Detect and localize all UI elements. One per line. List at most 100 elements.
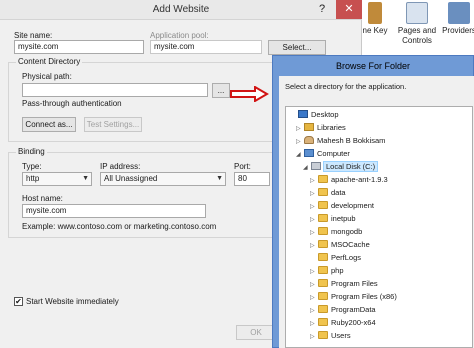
tree-node-folder[interactable]: ▷ mongodb <box>310 226 362 238</box>
iis-feature-strip: ne Key Pages and Controls Providers <box>360 0 474 55</box>
folder-icon <box>318 253 328 261</box>
tree-expander[interactable]: ◢ <box>296 149 304 161</box>
binding-label: Binding <box>16 147 47 156</box>
tree-node-folder[interactable]: ▷ inetpub <box>310 213 356 225</box>
browse-instruction: Select a directory for the application. <box>285 82 407 91</box>
tree-node-label: Program Files <box>331 279 378 288</box>
chevron-down-icon: ▼ <box>82 175 89 182</box>
ip-address-select[interactable]: All Unassigned ▼ <box>100 172 226 186</box>
tree-expander[interactable]: ▷ <box>310 240 318 252</box>
user-icon <box>304 136 314 144</box>
passthrough-auth-label: Pass-through authentication <box>22 99 122 108</box>
folder-icon <box>318 188 328 196</box>
browse-dialog-title: Browse For Folder <box>335 61 411 71</box>
browse-for-folder-dialog: Browse For Folder Select a directory for… <box>272 55 474 348</box>
tree-node-label: php <box>331 266 344 275</box>
browse-dialog-body: Select a directory for the application. … <box>279 76 474 348</box>
pages-icon <box>406 2 428 24</box>
tree-expander[interactable]: ▷ <box>310 188 318 200</box>
machine-key-label: ne Key <box>362 26 388 35</box>
help-button[interactable]: ? <box>311 1 333 18</box>
tree-expander[interactable]: ▷ <box>310 292 318 304</box>
type-value: http <box>26 174 40 183</box>
providers-label: Providers <box>442 26 474 35</box>
test-settings-button[interactable]: Test Settings... <box>84 117 142 132</box>
tree-expander[interactable]: ▷ <box>310 214 318 226</box>
site-name-input[interactable]: mysite.com <box>14 40 144 54</box>
tree-node-folder[interactable]: ▷ ProgramData <box>310 304 376 316</box>
tree-node-folder[interactable]: ▷ Ruby200-x64 <box>310 317 376 329</box>
physical-path-input[interactable] <box>22 83 208 97</box>
drive-icon <box>311 162 321 170</box>
tree-node-folder[interactable]: ▷ development <box>310 200 374 212</box>
tree-expander[interactable]: ▷ <box>296 123 304 135</box>
chevron-down-icon: ▼ <box>216 175 223 182</box>
tree-node-folder[interactable]: ▷ Users <box>310 330 351 342</box>
tree-expander[interactable]: ▷ <box>310 279 318 291</box>
tree-node-label: Program Files (x86) <box>331 292 397 301</box>
browse-path-button[interactable]: ... <box>212 83 230 98</box>
folder-icon <box>318 305 328 313</box>
tree-expander[interactable]: ▷ <box>310 266 318 278</box>
tree-expander[interactable]: ◢ <box>303 162 311 174</box>
tree-node-label: Ruby200-x64 <box>331 318 376 327</box>
port-input[interactable]: 80 <box>234 172 270 186</box>
tree-node-label: Local Disk (C:) <box>322 161 379 172</box>
tree-node-folder[interactable]: ▷ php <box>310 265 344 277</box>
tree-expander[interactable]: ▷ <box>310 331 318 343</box>
tree-node-label: mongodb <box>331 227 363 236</box>
ok-button[interactable]: OK <box>236 325 276 340</box>
host-name-label: Host name: <box>22 194 63 203</box>
tree-expander[interactable]: ▷ <box>310 305 318 317</box>
tree-node-label: ProgramData <box>331 305 376 314</box>
tree-node-local-disk[interactable]: ◢ Local Disk (C:) <box>303 161 379 174</box>
tree-node-computer[interactable]: ◢ Computer <box>296 148 350 160</box>
folder-icon <box>318 279 328 287</box>
ip-address-label: IP address: <box>100 162 141 171</box>
folder-tree[interactable]: Desktop ▷ Libraries ▷ Mahesh B Bokkisam ◢ C… <box>285 106 473 348</box>
tree-node-folder[interactable]: PerfLogs <box>310 252 361 264</box>
tree-expander[interactable]: ▷ <box>310 201 318 213</box>
computer-icon <box>304 149 314 157</box>
machine-key-feature[interactable]: ne Key <box>360 2 390 36</box>
physical-path-label: Physical path: <box>22 72 72 81</box>
folder-icon <box>318 331 328 339</box>
app-pool-field: mysite.com <box>150 40 262 54</box>
tree-node-folder[interactable]: ▷ MSOCache <box>310 239 370 251</box>
folder-icon <box>318 227 328 235</box>
select-app-pool-button[interactable]: Select... <box>268 40 326 55</box>
connect-as-button[interactable]: Connect as... <box>22 117 76 132</box>
folder-icon <box>318 240 328 248</box>
tree-expander[interactable]: ▷ <box>310 175 318 187</box>
close-button[interactable]: ✕ <box>336 0 362 19</box>
tree-node-label: MSOCache <box>331 240 370 249</box>
port-label: Port: <box>234 162 251 171</box>
tree-node-label: Computer <box>317 149 350 158</box>
start-immediately-checkbox[interactable]: ✔ <box>14 297 23 306</box>
dialog-title: Add Website <box>0 0 362 20</box>
tree-node-folder[interactable]: ▷ Program Files (x86) <box>310 291 397 303</box>
tree-node-libraries[interactable]: ▷ Libraries <box>296 122 346 134</box>
tree-node-label: Libraries <box>317 123 346 132</box>
tree-expander[interactable]: ▷ <box>310 318 318 330</box>
tree-node-label: Mahesh B Bokkisam <box>317 136 386 145</box>
tree-node-user[interactable]: ▷ Mahesh B Bokkisam <box>296 135 385 147</box>
host-name-input[interactable]: mysite.com <box>22 204 206 218</box>
type-select[interactable]: http ▼ <box>22 172 92 186</box>
folder-icon <box>318 214 328 222</box>
libraries-icon <box>304 123 314 131</box>
folder-icon <box>318 318 328 326</box>
start-immediately-label: Start Website immediately <box>26 297 119 306</box>
tree-node-desktop[interactable]: Desktop <box>290 109 339 121</box>
tree-node-label: Users <box>331 331 351 340</box>
pages-controls-feature[interactable]: Pages and Controls <box>396 2 438 46</box>
folder-icon <box>318 266 328 274</box>
tree-node-label: inetpub <box>331 214 356 223</box>
tree-expander[interactable]: ▷ <box>296 136 304 148</box>
providers-feature[interactable]: Providers <box>442 2 474 36</box>
tree-expander[interactable]: ▷ <box>310 227 318 239</box>
tree-node-folder[interactable]: ▷ data <box>310 187 346 199</box>
tree-node-folder[interactable]: ▷ apache-ant-1.9.3 <box>310 174 388 186</box>
site-name-label: Site name: <box>14 31 53 40</box>
tree-node-folder[interactable]: ▷ Program Files <box>310 278 378 290</box>
